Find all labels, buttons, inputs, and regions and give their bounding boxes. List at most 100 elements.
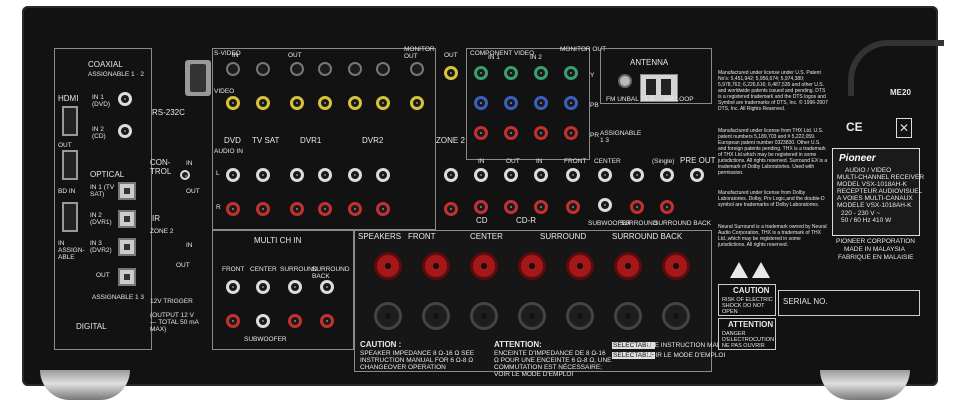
- rating-fab: FABRIQUE EN MALAISIE: [838, 254, 914, 261]
- svideo-tvsat-jack[interactable]: [256, 62, 270, 76]
- cd-r-jack[interactable]: [474, 200, 488, 214]
- hdmi-assignable-port[interactable]: [62, 202, 78, 232]
- preout-center-jack[interactable]: [598, 168, 612, 182]
- comp-pr-3-jack[interactable]: [534, 126, 548, 140]
- audio-zone2-l-jack[interactable]: [444, 168, 458, 182]
- audio-zone2-r-jack[interactable]: [444, 202, 458, 216]
- svideo-dvr1-out-jack[interactable]: [290, 62, 304, 76]
- control-out-label: OUT: [186, 188, 200, 195]
- audio-dvr1-in-l-jack[interactable]: [318, 168, 332, 182]
- multich-surround-l-jack[interactable]: [288, 280, 302, 294]
- preout-subwoofer-jack[interactable]: [598, 198, 612, 212]
- speaker-surround-l-negative[interactable]: [566, 302, 594, 330]
- audio-dvr1-out-l-jack[interactable]: [290, 168, 304, 182]
- audio-dvr2-out-r-jack[interactable]: [348, 202, 362, 216]
- preout-sb-l-jack[interactable]: [660, 168, 674, 182]
- comp-pb-3-jack[interactable]: [534, 96, 548, 110]
- optical-in1-port[interactable]: [118, 182, 136, 200]
- component-title: COMPONENT VIDEO: [470, 50, 535, 57]
- speaker-front-r-positive[interactable]: [374, 252, 402, 280]
- preout-front-r-jack[interactable]: [566, 200, 580, 214]
- preout-surround-label: SURROUND: [620, 220, 658, 227]
- svideo-dvr2-out-jack[interactable]: [348, 62, 362, 76]
- video-tvsat-jack[interactable]: [256, 96, 270, 110]
- optical-in3-port[interactable]: [118, 238, 136, 256]
- comp-y-out-jack[interactable]: [564, 66, 578, 80]
- multich-subwoofer-jack[interactable]: [256, 314, 270, 328]
- speaker-surround-l-positive[interactable]: [566, 252, 594, 280]
- video-zone2-out-jack[interactable]: [444, 66, 458, 80]
- comp-y-2-jack[interactable]: [504, 66, 518, 80]
- speaker-center-negative[interactable]: [470, 302, 498, 330]
- coaxial-assignable-label: ASSIGNABLE 1 · 2: [88, 71, 144, 78]
- audio-dvr2-in-l-jack[interactable]: [376, 168, 390, 182]
- audio-tvsat-l-jack[interactable]: [256, 168, 270, 182]
- cdr-out-r-jack[interactable]: [504, 200, 518, 214]
- rs232-port[interactable]: [185, 60, 211, 96]
- audio-dvr1-in-r-jack[interactable]: [318, 202, 332, 216]
- component-pr-label: PR: [590, 132, 600, 139]
- speaker-surround-r-negative[interactable]: [518, 302, 546, 330]
- multich-sb-l-jack[interactable]: [320, 280, 334, 294]
- speaker-surround-r-positive[interactable]: [518, 252, 546, 280]
- speaker-sb-r-negative[interactable]: [614, 302, 642, 330]
- audio-dvd-r-jack[interactable]: [226, 202, 240, 216]
- caution-title: CAUTION: [733, 286, 770, 295]
- cdr-in-l-jack[interactable]: [534, 168, 548, 182]
- svideo-dvd-jack[interactable]: [226, 62, 240, 76]
- comp-pr-out-jack[interactable]: [564, 126, 578, 140]
- video-monitor-out-jack[interactable]: [410, 96, 424, 110]
- speaker-sb-r-positive[interactable]: [614, 252, 642, 280]
- multich-front-l-jack[interactable]: [226, 280, 240, 294]
- hdmi-out-label: OUT: [58, 142, 72, 149]
- audio-dvr2-out-l-jack[interactable]: [348, 168, 362, 182]
- control-in-jack[interactable]: [180, 170, 190, 180]
- cdr-out-l-jack[interactable]: [504, 168, 518, 182]
- preout-surround-l-jack[interactable]: [630, 168, 644, 182]
- hdmi-bd-in-port[interactable]: [62, 150, 78, 180]
- multich-sb-r-jack[interactable]: [320, 314, 334, 328]
- fm-antenna-jack[interactable]: [618, 74, 632, 88]
- optical-out-port[interactable]: [118, 268, 136, 286]
- video-dvd-jack[interactable]: [226, 96, 240, 110]
- speaker-front-r-negative[interactable]: [374, 302, 402, 330]
- optical-in2-label: IN 2 (DVR1): [90, 212, 112, 226]
- dvr1-out-label: OUT: [288, 52, 302, 59]
- comp-y-3-jack[interactable]: [534, 66, 548, 80]
- preout-sb-r-jack[interactable]: [660, 200, 674, 214]
- multich-front-r-jack[interactable]: [226, 314, 240, 328]
- video-dvr1-out-jack[interactable]: [290, 96, 304, 110]
- video-dvr2-out-jack[interactable]: [348, 96, 362, 110]
- comp-pb-1-jack[interactable]: [474, 96, 488, 110]
- svideo-monitor-out-jack[interactable]: [410, 62, 424, 76]
- multich-center-jack[interactable]: [256, 280, 270, 294]
- hdmi-in1-port[interactable]: [62, 106, 78, 136]
- speaker-sb-l-positive[interactable]: [662, 252, 690, 280]
- audio-tvsat-r-jack[interactable]: [256, 202, 270, 216]
- speaker-sb-l-negative[interactable]: [662, 302, 690, 330]
- preout-surround-r-jack[interactable]: [630, 200, 644, 214]
- speaker-front-l-positive[interactable]: [422, 252, 450, 280]
- audio-dvd-l-jack[interactable]: [226, 168, 240, 182]
- preout-front-l-jack[interactable]: [566, 168, 580, 182]
- comp-pr-2-jack[interactable]: [504, 126, 518, 140]
- speaker-front-l-negative[interactable]: [422, 302, 450, 330]
- svideo-dvr2-in-jack[interactable]: [376, 62, 390, 76]
- speaker-center-positive[interactable]: [470, 252, 498, 280]
- comp-pb-2-jack[interactable]: [504, 96, 518, 110]
- preout-sb-single-jack[interactable]: [690, 168, 704, 182]
- video-dvr1-in-jack[interactable]: [318, 96, 332, 110]
- cdr-in-r-jack[interactable]: [534, 200, 548, 214]
- comp-y-1-jack[interactable]: [474, 66, 488, 80]
- coaxial-in2-jack[interactable]: [118, 124, 132, 138]
- coaxial-in1-jack[interactable]: [118, 92, 132, 106]
- video-dvr2-in-jack[interactable]: [376, 96, 390, 110]
- optical-in2-port[interactable]: [118, 210, 136, 228]
- comp-pb-out-jack[interactable]: [564, 96, 578, 110]
- audio-dvr2-in-r-jack[interactable]: [376, 202, 390, 216]
- audio-dvr1-out-r-jack[interactable]: [290, 202, 304, 216]
- comp-pr-1-jack[interactable]: [474, 126, 488, 140]
- multich-surround-r-jack[interactable]: [288, 314, 302, 328]
- cd-l-jack[interactable]: [474, 168, 488, 182]
- svideo-dvr1-in-jack[interactable]: [318, 62, 332, 76]
